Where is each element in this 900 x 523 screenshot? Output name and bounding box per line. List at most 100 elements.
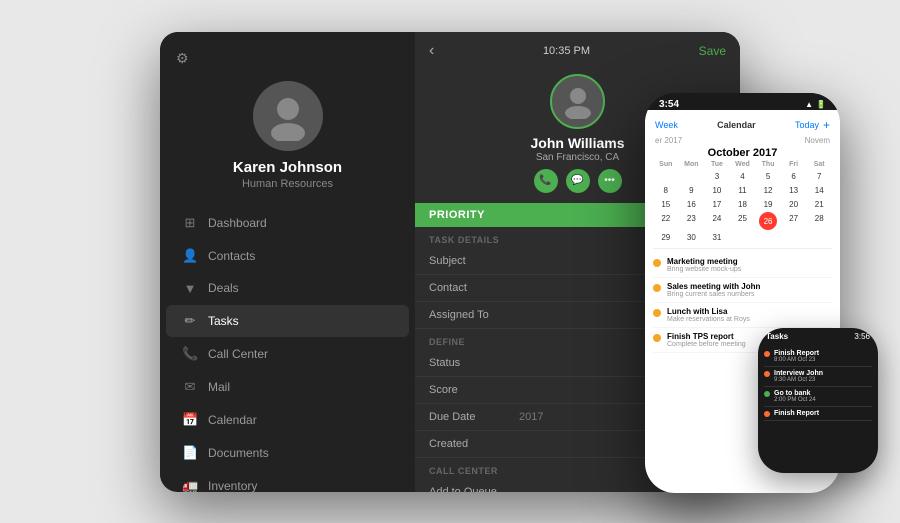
sidebar-item-call-center[interactable]: 📞 Call Center: [166, 338, 409, 370]
next-month-label: Novem: [805, 136, 830, 145]
week-nav-button[interactable]: Week: [655, 120, 678, 130]
today-button[interactable]: Today: [795, 120, 819, 130]
phone-time: 3:54: [659, 99, 679, 110]
sidebar-item-label: Call Center: [208, 347, 268, 361]
sidebar-user-role: Human Resources: [242, 178, 333, 190]
watch-app-title: Tasks: [766, 332, 788, 341]
calendar-day[interactable]: 12: [755, 184, 781, 197]
calendar-day[interactable]: 23: [679, 212, 705, 230]
prev-month-label: er 2017: [655, 136, 682, 145]
sidebar-item-deals[interactable]: ▼ Deals: [166, 273, 409, 304]
calendar-day[interactable]: 15: [653, 198, 679, 211]
calendar-label: Calendar: [717, 120, 756, 130]
calendar-day[interactable]: 26: [759, 212, 777, 230]
calendar-week: 22232425262728: [653, 212, 832, 230]
event-dot: [653, 259, 661, 267]
more-button[interactable]: •••: [598, 169, 622, 193]
calendar-day[interactable]: 18: [730, 198, 756, 211]
message-button[interactable]: 💬: [566, 169, 590, 193]
calendar-day[interactable]: 17: [704, 198, 730, 211]
calendar-day[interactable]: 19: [755, 198, 781, 211]
sidebar-item-contacts[interactable]: 👤 Contacts: [166, 240, 409, 272]
calendar-day[interactable]: 4: [730, 170, 756, 183]
calendar-event[interactable]: Marketing meeting Bring website mock-ups: [653, 253, 832, 278]
calendar-day[interactable]: 24: [704, 212, 730, 230]
watch-time: 3:56: [854, 332, 870, 341]
sidebar-item-mail[interactable]: ✉ Mail: [166, 371, 409, 403]
watch-task[interactable]: Finish Report 8:00 AM Oct 23: [764, 347, 872, 367]
calendar-day[interactable]: 6: [781, 170, 807, 183]
contact-name: John Williams: [530, 135, 624, 151]
task-title: Go to bank: [774, 390, 816, 397]
event-subtitle: Make reservations at Roys: [667, 316, 750, 323]
calendar-day: [781, 231, 807, 244]
watch-task[interactable]: Interview John 9:30 AM Oct 23: [764, 367, 872, 387]
event-info: Lunch with Lisa Make reservations at Roy…: [667, 307, 750, 323]
nav-icon: 👤: [182, 248, 198, 264]
calendar-day[interactable]: 29: [653, 231, 679, 244]
calendar-day[interactable]: 21: [806, 198, 832, 211]
contact-avatar: [550, 74, 605, 129]
calendar-event[interactable]: Sales meeting with John Bring current sa…: [653, 278, 832, 303]
event-info: Sales meeting with John Bring current sa…: [667, 282, 760, 298]
calendar-day[interactable]: 13: [781, 184, 807, 197]
watch-task[interactable]: Go to bank 2:00 PM Oct 24: [764, 387, 872, 407]
day-of-week: Mon: [679, 161, 705, 168]
task-info: Finish Report 8:00 AM Oct 23: [774, 350, 819, 363]
calendar-day[interactable]: 9: [679, 184, 705, 197]
avatar: [253, 81, 323, 151]
calendar-separator: [653, 248, 832, 249]
tablet-sidebar: ⚙ Karen Johnson Human Resources ⊞ Dashbo…: [160, 32, 415, 492]
calendar-day[interactable]: 14: [806, 184, 832, 197]
calendar-day[interactable]: 5: [755, 170, 781, 183]
avatar-silhouette: [263, 91, 313, 141]
calendar-day[interactable]: 7: [806, 170, 832, 183]
calendar-day[interactable]: 31: [704, 231, 730, 244]
sidebar-item-label: Mail: [208, 380, 230, 394]
phone-status-bar: 3:54 ▲ 🔋: [645, 93, 840, 110]
calendar-day[interactable]: 11: [730, 184, 756, 197]
field-label: Subject: [429, 255, 519, 267]
wifi-icon: ▲: [805, 100, 813, 109]
sidebar-item-dashboard[interactable]: ⊞ Dashboard: [166, 207, 409, 239]
calendar-header: Week Calendar Today +: [645, 110, 840, 136]
watch-task[interactable]: Finish Report: [764, 407, 872, 421]
calendar-event[interactable]: Lunch with Lisa Make reservations at Roy…: [653, 303, 832, 328]
sidebar-item-documents[interactable]: 📄 Documents: [166, 437, 409, 469]
event-title: Finish TPS report: [667, 332, 746, 341]
calendar-day: [806, 231, 832, 244]
sidebar-item-label: Dashboard: [208, 216, 267, 230]
calendar-day[interactable]: 20: [781, 198, 807, 211]
sidebar-item-label: Deals: [208, 281, 239, 295]
add-event-button[interactable]: +: [823, 118, 830, 132]
phone-button[interactable]: 📞: [534, 169, 558, 193]
back-button[interactable]: ‹: [429, 42, 434, 60]
calendar-day[interactable]: 22: [653, 212, 679, 230]
task-time: 2:00 PM Oct 24: [774, 397, 816, 403]
calendar-day: [679, 170, 705, 183]
calendar-day[interactable]: 27: [781, 212, 807, 230]
event-dot: [653, 284, 661, 292]
save-button[interactable]: Save: [699, 44, 726, 58]
calendar-day[interactable]: 8: [653, 184, 679, 197]
gear-icon[interactable]: ⚙: [176, 50, 189, 67]
calendar-day[interactable]: 10: [704, 184, 730, 197]
calendar-day[interactable]: 28: [806, 212, 832, 230]
event-title: Sales meeting with John: [667, 282, 760, 291]
day-of-week: Sun: [653, 161, 679, 168]
task-info: Finish Report: [774, 410, 819, 417]
calendar-grid: SunMonTueWedThuFriSat 345678910111213141…: [645, 161, 840, 244]
calendar-day[interactable]: 30: [679, 231, 705, 244]
calendar-day[interactable]: 3: [704, 170, 730, 183]
sidebar-item-calendar[interactable]: 📅 Calendar: [166, 404, 409, 436]
scene: ⚙ Karen Johnson Human Resources ⊞ Dashbo…: [0, 0, 900, 523]
sidebar-item-inventory[interactable]: 🚛 Inventory: [166, 470, 409, 492]
sidebar-item-tasks[interactable]: ✏ Tasks: [166, 305, 409, 337]
calendar-day[interactable]: 16: [679, 198, 705, 211]
event-dot: [653, 334, 661, 342]
calendar-day[interactable]: 25: [730, 212, 756, 230]
task-title: Finish Report: [774, 350, 819, 357]
field-label: Assigned To: [429, 309, 519, 321]
nav-icon: ✏: [182, 313, 198, 329]
event-subtitle: Complete before meeting: [667, 341, 746, 348]
